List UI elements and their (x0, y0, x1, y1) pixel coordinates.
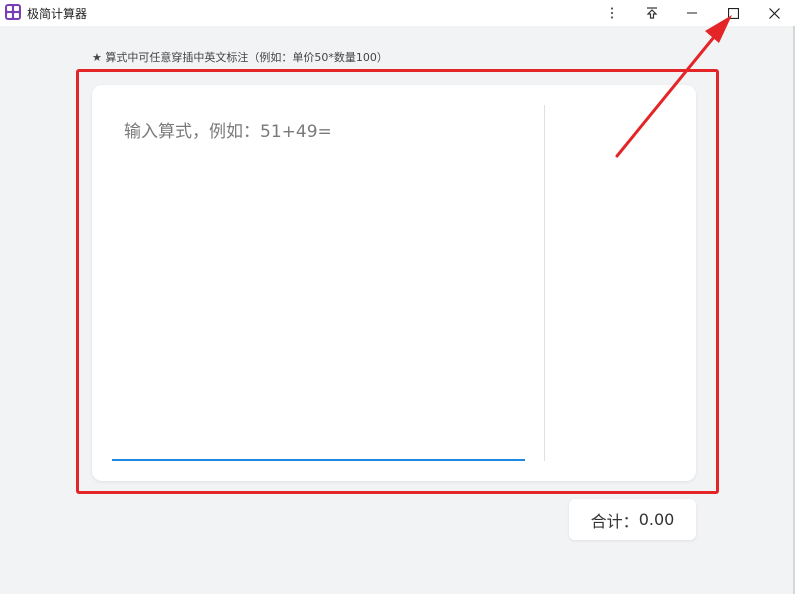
total-display: 合计： 0.00 (569, 499, 696, 540)
pin-top-icon[interactable] (632, 0, 672, 26)
close-button[interactable] (754, 0, 794, 26)
minimize-icon (687, 12, 697, 14)
more-vertical-icon[interactable] (592, 0, 632, 26)
total-value: 0.00 (638, 510, 675, 529)
highlight-frame (76, 69, 719, 494)
total-label: 合计： (590, 511, 639, 531)
maximize-button[interactable] (713, 0, 753, 26)
calculator-app-icon (5, 4, 21, 20)
window-title: 极简计算器 (27, 7, 88, 21)
usage-hint: ★ 算式中可任意穿插中英文标注（例如：单价50*数量100） (92, 51, 388, 64)
minimize-button[interactable] (672, 0, 712, 26)
close-icon (768, 7, 780, 19)
title-bar: 极简计算器 (0, 0, 795, 26)
maximize-icon (727, 7, 739, 19)
